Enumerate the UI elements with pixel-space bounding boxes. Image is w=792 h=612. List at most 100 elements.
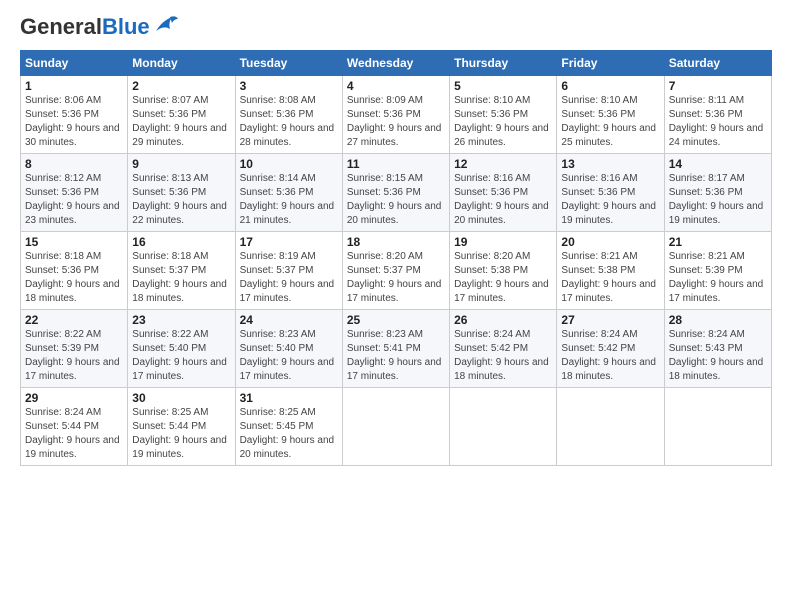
day-number: 25 [347,313,445,327]
day-number: 6 [561,79,659,93]
logo-text: GeneralBlue [20,16,150,38]
calendar-cell: 13Sunrise: 8:16 AMSunset: 5:36 PMDayligh… [557,154,664,232]
calendar-cell: 8Sunrise: 8:12 AMSunset: 5:36 PMDaylight… [21,154,128,232]
calendar-cell: 6Sunrise: 8:10 AMSunset: 5:36 PMDaylight… [557,76,664,154]
day-info: Sunrise: 8:25 AMSunset: 5:45 PMDaylight:… [240,406,338,462]
calendar-cell: 28Sunrise: 8:24 AMSunset: 5:43 PMDayligh… [664,310,771,388]
day-number: 10 [240,157,338,171]
day-info: Sunrise: 8:07 AMSunset: 5:36 PMDaylight:… [132,94,230,150]
day-number: 2 [132,79,230,93]
calendar-cell: 24Sunrise: 8:23 AMSunset: 5:40 PMDayligh… [235,310,342,388]
day-info: Sunrise: 8:24 AMSunset: 5:42 PMDaylight:… [561,328,659,384]
calendar-cell: 5Sunrise: 8:10 AMSunset: 5:36 PMDaylight… [450,76,557,154]
calendar-cell: 11Sunrise: 8:15 AMSunset: 5:36 PMDayligh… [342,154,449,232]
calendar-cell: 12Sunrise: 8:16 AMSunset: 5:36 PMDayligh… [450,154,557,232]
calendar-cell: 23Sunrise: 8:22 AMSunset: 5:40 PMDayligh… [128,310,235,388]
day-info: Sunrise: 8:11 AMSunset: 5:36 PMDaylight:… [669,94,767,150]
day-info: Sunrise: 8:18 AMSunset: 5:37 PMDaylight:… [132,250,230,306]
weekday-header: Saturday [664,51,771,76]
day-number: 4 [347,79,445,93]
day-number: 28 [669,313,767,327]
day-number: 22 [25,313,123,327]
day-info: Sunrise: 8:12 AMSunset: 5:36 PMDaylight:… [25,172,123,228]
day-number: 26 [454,313,552,327]
logo-bird-icon [152,13,180,35]
calendar-cell [450,388,557,466]
day-info: Sunrise: 8:17 AMSunset: 5:36 PMDaylight:… [669,172,767,228]
calendar-week-row: 1Sunrise: 8:06 AMSunset: 5:36 PMDaylight… [21,76,772,154]
day-info: Sunrise: 8:15 AMSunset: 5:36 PMDaylight:… [347,172,445,228]
day-info: Sunrise: 8:24 AMSunset: 5:44 PMDaylight:… [25,406,123,462]
day-number: 3 [240,79,338,93]
day-info: Sunrise: 8:24 AMSunset: 5:43 PMDaylight:… [669,328,767,384]
day-info: Sunrise: 8:18 AMSunset: 5:36 PMDaylight:… [25,250,123,306]
day-number: 8 [25,157,123,171]
day-number: 5 [454,79,552,93]
day-info: Sunrise: 8:20 AMSunset: 5:37 PMDaylight:… [347,250,445,306]
day-info: Sunrise: 8:10 AMSunset: 5:36 PMDaylight:… [561,94,659,150]
day-info: Sunrise: 8:09 AMSunset: 5:36 PMDaylight:… [347,94,445,150]
header: GeneralBlue [20,16,772,38]
day-info: Sunrise: 8:22 AMSunset: 5:40 PMDaylight:… [132,328,230,384]
day-info: Sunrise: 8:19 AMSunset: 5:37 PMDaylight:… [240,250,338,306]
day-number: 13 [561,157,659,171]
day-info: Sunrise: 8:16 AMSunset: 5:36 PMDaylight:… [454,172,552,228]
calendar-cell: 15Sunrise: 8:18 AMSunset: 5:36 PMDayligh… [21,232,128,310]
calendar-cell: 20Sunrise: 8:21 AMSunset: 5:38 PMDayligh… [557,232,664,310]
day-number: 1 [25,79,123,93]
weekday-header: Wednesday [342,51,449,76]
weekday-header: Monday [128,51,235,76]
day-number: 12 [454,157,552,171]
calendar-cell: 26Sunrise: 8:24 AMSunset: 5:42 PMDayligh… [450,310,557,388]
calendar-cell: 1Sunrise: 8:06 AMSunset: 5:36 PMDaylight… [21,76,128,154]
calendar-cell: 9Sunrise: 8:13 AMSunset: 5:36 PMDaylight… [128,154,235,232]
calendar-cell: 4Sunrise: 8:09 AMSunset: 5:36 PMDaylight… [342,76,449,154]
calendar-cell: 27Sunrise: 8:24 AMSunset: 5:42 PMDayligh… [557,310,664,388]
calendar-cell: 21Sunrise: 8:21 AMSunset: 5:39 PMDayligh… [664,232,771,310]
day-number: 31 [240,391,338,405]
calendar-cell: 3Sunrise: 8:08 AMSunset: 5:36 PMDaylight… [235,76,342,154]
calendar-cell: 16Sunrise: 8:18 AMSunset: 5:37 PMDayligh… [128,232,235,310]
calendar-table: SundayMondayTuesdayWednesdayThursdayFrid… [20,50,772,466]
calendar-week-row: 29Sunrise: 8:24 AMSunset: 5:44 PMDayligh… [21,388,772,466]
day-info: Sunrise: 8:24 AMSunset: 5:42 PMDaylight:… [454,328,552,384]
day-number: 17 [240,235,338,249]
day-number: 18 [347,235,445,249]
day-number: 9 [132,157,230,171]
calendar-cell: 22Sunrise: 8:22 AMSunset: 5:39 PMDayligh… [21,310,128,388]
calendar-cell: 25Sunrise: 8:23 AMSunset: 5:41 PMDayligh… [342,310,449,388]
day-number: 11 [347,157,445,171]
weekday-header: Tuesday [235,51,342,76]
calendar-cell: 19Sunrise: 8:20 AMSunset: 5:38 PMDayligh… [450,232,557,310]
day-info: Sunrise: 8:21 AMSunset: 5:39 PMDaylight:… [669,250,767,306]
day-info: Sunrise: 8:23 AMSunset: 5:41 PMDaylight:… [347,328,445,384]
calendar-cell: 2Sunrise: 8:07 AMSunset: 5:36 PMDaylight… [128,76,235,154]
day-info: Sunrise: 8:25 AMSunset: 5:44 PMDaylight:… [132,406,230,462]
weekday-header: Sunday [21,51,128,76]
logo: GeneralBlue [20,16,180,38]
calendar-week-row: 22Sunrise: 8:22 AMSunset: 5:39 PMDayligh… [21,310,772,388]
calendar-cell: 14Sunrise: 8:17 AMSunset: 5:36 PMDayligh… [664,154,771,232]
calendar-cell: 17Sunrise: 8:19 AMSunset: 5:37 PMDayligh… [235,232,342,310]
day-info: Sunrise: 8:20 AMSunset: 5:38 PMDaylight:… [454,250,552,306]
calendar-cell: 29Sunrise: 8:24 AMSunset: 5:44 PMDayligh… [21,388,128,466]
weekday-header: Thursday [450,51,557,76]
day-info: Sunrise: 8:16 AMSunset: 5:36 PMDaylight:… [561,172,659,228]
day-number: 23 [132,313,230,327]
day-info: Sunrise: 8:21 AMSunset: 5:38 PMDaylight:… [561,250,659,306]
calendar-cell: 30Sunrise: 8:25 AMSunset: 5:44 PMDayligh… [128,388,235,466]
calendar-cell [557,388,664,466]
logo-general: General [20,14,102,39]
day-number: 7 [669,79,767,93]
day-number: 27 [561,313,659,327]
day-info: Sunrise: 8:22 AMSunset: 5:39 PMDaylight:… [25,328,123,384]
calendar-cell [342,388,449,466]
day-number: 29 [25,391,123,405]
day-info: Sunrise: 8:13 AMSunset: 5:36 PMDaylight:… [132,172,230,228]
day-number: 21 [669,235,767,249]
day-number: 20 [561,235,659,249]
day-info: Sunrise: 8:08 AMSunset: 5:36 PMDaylight:… [240,94,338,150]
day-info: Sunrise: 8:10 AMSunset: 5:36 PMDaylight:… [454,94,552,150]
day-info: Sunrise: 8:23 AMSunset: 5:40 PMDaylight:… [240,328,338,384]
calendar-cell: 10Sunrise: 8:14 AMSunset: 5:36 PMDayligh… [235,154,342,232]
